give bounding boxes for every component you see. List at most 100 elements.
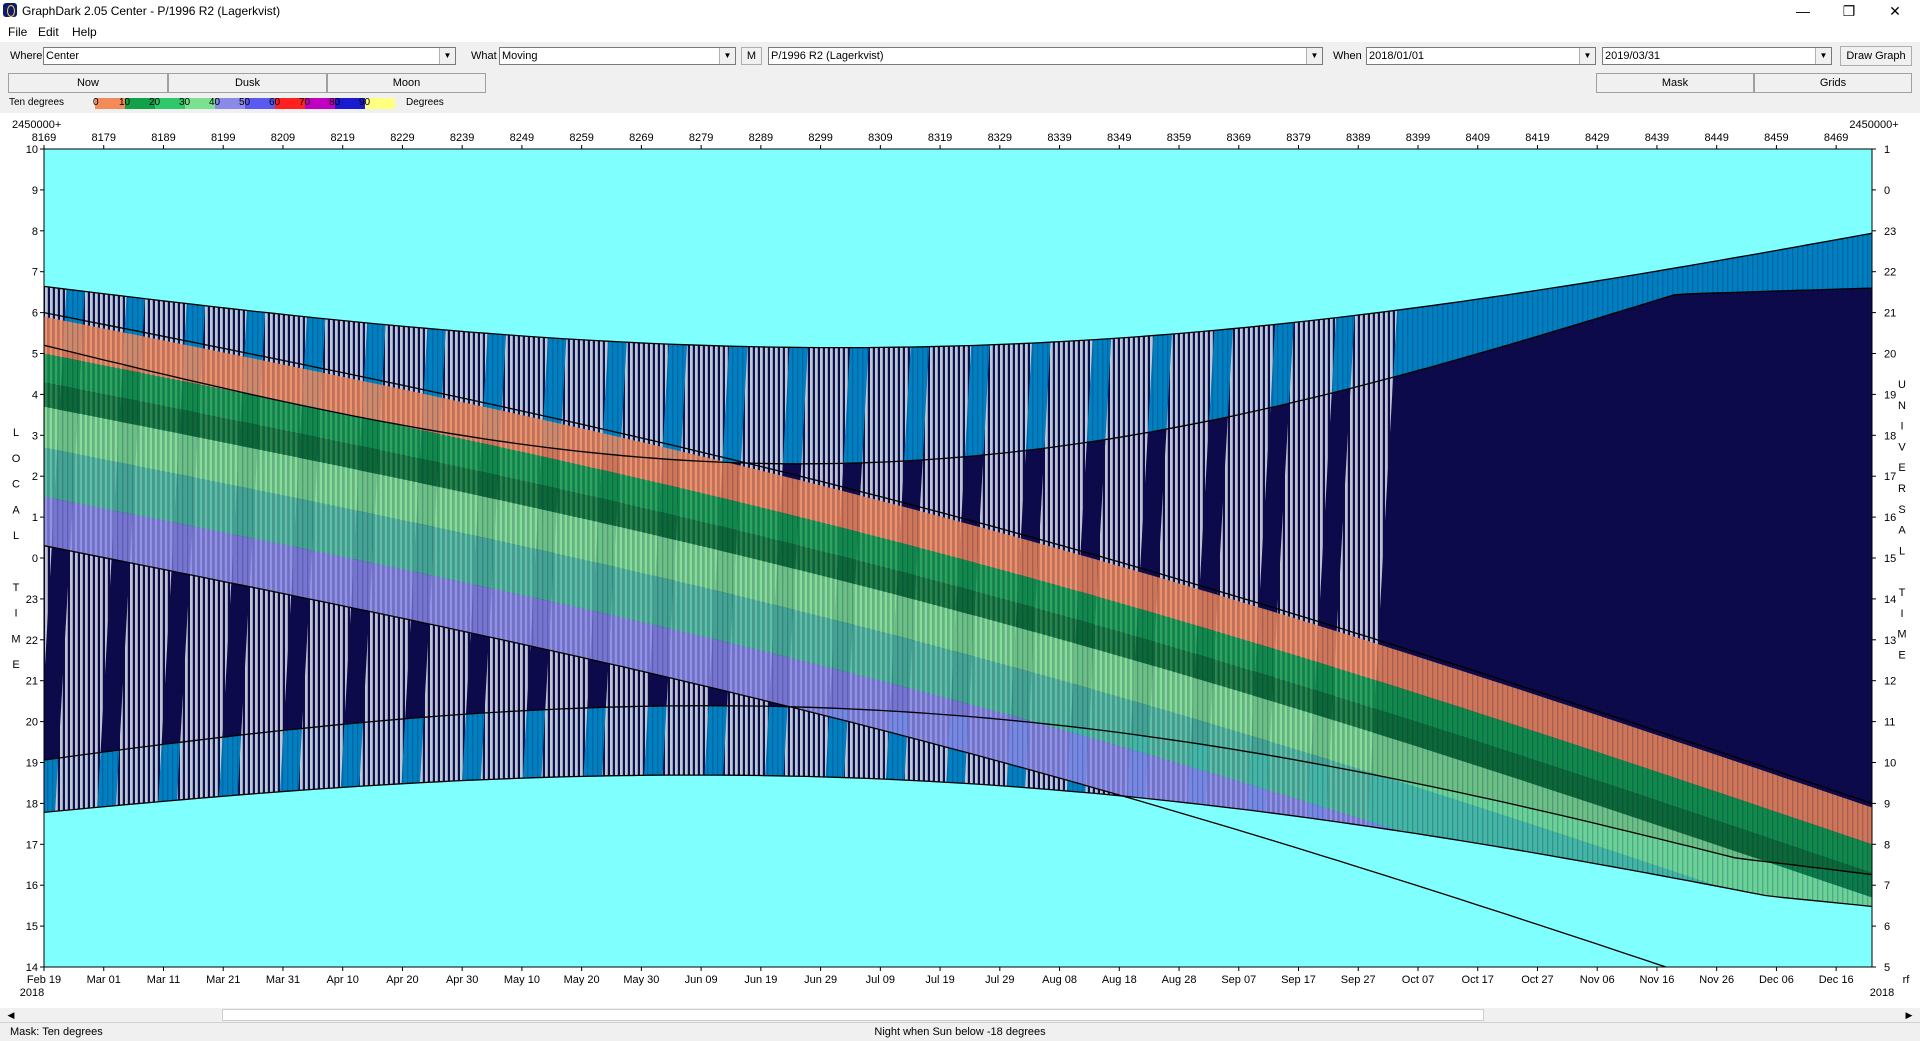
right-tick-label: 21 — [1884, 308, 1896, 320]
left-axis-title-letter: C — [12, 479, 20, 491]
m-button[interactable]: M — [741, 47, 762, 65]
right-axis-title-letter: E — [1898, 462, 1905, 474]
day-hatch — [1807, 233, 1809, 907]
day-hatch — [1802, 233, 1804, 907]
top-tick-label: 8259 — [569, 132, 593, 144]
top-tick-label: 8329 — [988, 132, 1012, 144]
day-hatch — [1812, 233, 1814, 907]
minimize-icon[interactable]: — — [1780, 0, 1826, 22]
right-tick-label: 17 — [1884, 471, 1896, 483]
where-select[interactable]: Center ▼ — [43, 47, 456, 65]
bottom-tick-label: Mar 31 — [266, 974, 300, 986]
top-tick-label: 8469 — [1824, 132, 1848, 144]
bottom-tick-label: Sep 27 — [1341, 974, 1376, 986]
top-tick-label: 8349 — [1107, 132, 1131, 144]
left-tick-label: 2 — [32, 471, 38, 483]
day-hatch — [1717, 233, 1719, 907]
day-hatch — [1677, 233, 1679, 907]
day-hatch — [1827, 233, 1829, 907]
chevron-down-icon[interactable]: ▼ — [1815, 48, 1831, 64]
horizontal-scrollbar[interactable]: ◀ ▶ — [4, 1008, 1916, 1022]
dusk-button[interactable]: Dusk — [168, 73, 327, 93]
day-hatch — [1662, 233, 1664, 907]
mask-button[interactable]: Mask — [1596, 73, 1754, 93]
left-tick-label: 23 — [26, 594, 38, 606]
day-hatch — [1817, 233, 1819, 907]
right-axis-title-letter: L — [1899, 545, 1905, 557]
day-hatch — [1752, 233, 1754, 907]
top-tick-label: 8459 — [1764, 132, 1788, 144]
left-axis-title-letter: L — [13, 427, 19, 439]
now-button[interactable]: Now — [8, 73, 168, 93]
day-hatch — [1867, 233, 1869, 907]
chevron-down-icon[interactable]: ▼ — [439, 48, 455, 64]
left-tick-label: 7 — [32, 267, 38, 279]
left-tick-label: 5 — [32, 349, 38, 361]
legend-number: 60 — [269, 97, 281, 108]
moon-button[interactable]: Moon — [327, 73, 486, 93]
day-hatch — [1692, 233, 1694, 907]
day-hatch — [1777, 233, 1779, 907]
day-hatch — [1862, 233, 1864, 907]
status-bar: Mask: Ten degrees Night when Sun below -… — [0, 1022, 1920, 1041]
menu-file[interactable]: File — [8, 25, 27, 39]
top-tick-label: 8219 — [330, 132, 354, 144]
chevron-down-icon[interactable]: ▼ — [1306, 48, 1322, 64]
draw-graph-button[interactable]: Draw Graph — [1840, 46, 1912, 66]
right-tick-label: 15 — [1884, 553, 1896, 565]
top-tick-label: 8199 — [211, 132, 235, 144]
when-label: When — [1333, 50, 1362, 62]
grids-button[interactable]: Grids — [1754, 73, 1912, 93]
chevron-down-icon[interactable]: ▼ — [1579, 48, 1595, 64]
bottom-tick-label: Jul 29 — [985, 974, 1014, 986]
left-tick-label: 18 — [26, 798, 38, 810]
bottom-tick-label: Aug 08 — [1042, 974, 1077, 986]
object-select[interactable]: P/1996 R2 (Lagerkvist) ▼ — [768, 47, 1323, 65]
corner-note: rf — [1903, 974, 1911, 986]
menu-help[interactable]: Help — [72, 25, 97, 39]
right-tick-label: 14 — [1884, 594, 1896, 606]
day-hatch — [1762, 233, 1764, 907]
right-tick-label: 19 — [1884, 389, 1896, 401]
scroll-thumb[interactable] — [222, 1009, 1484, 1021]
close-icon[interactable]: ✕ — [1872, 0, 1918, 22]
chevron-down-icon[interactable]: ▼ — [719, 48, 735, 64]
bottom-tick-label: Mar 11 — [147, 974, 180, 986]
start-date-select[interactable]: 2018/01/01 ▼ — [1366, 47, 1596, 65]
bottom-tick-label: Jun 09 — [685, 974, 718, 986]
top-tick-label: 8319 — [928, 132, 952, 144]
right-axis-title-letter: R — [1898, 483, 1906, 495]
where-label: Where — [10, 50, 43, 62]
where-value: Center — [46, 50, 80, 62]
left-tick-label: 17 — [26, 839, 38, 851]
end-date-select[interactable]: 2019/03/31 ▼ — [1602, 47, 1832, 65]
moonlit-band — [0, 113, 16, 1008]
left-tick-label: 16 — [26, 880, 38, 892]
right-tick-label: 22 — [1884, 267, 1896, 279]
left-tick-label: 20 — [26, 717, 38, 729]
day-hatch — [1787, 233, 1789, 907]
legend-number: 40 — [209, 97, 221, 108]
day-hatch — [1732, 233, 1734, 907]
bottom-tick-label: Jun 19 — [744, 974, 777, 986]
top-tick-label: 8299 — [808, 132, 832, 144]
day-hatch — [1672, 233, 1674, 907]
left-tick-label: 14 — [26, 962, 38, 974]
bottom-tick-label: Sep 07 — [1221, 974, 1256, 986]
menu-edit[interactable]: Edit — [38, 25, 59, 39]
right-axis-title-letter: I — [1900, 421, 1903, 433]
visibility-graph[interactable]: 8169 8179 8189 8199 8209 8219 8229 8239 8249 8259… — [0, 113, 1920, 1008]
legend-number: 90 — [359, 97, 371, 108]
right-tick-label: 16 — [1884, 512, 1896, 524]
top-tick-label: 8409 — [1465, 132, 1489, 144]
right-axis-title-letter: T — [1899, 587, 1906, 599]
left-tick-label: 3 — [32, 430, 38, 442]
restore-icon[interactable]: ❐ — [1826, 0, 1872, 22]
scroll-left-icon[interactable]: ◀ — [4, 1008, 18, 1022]
what-select[interactable]: Moving ▼ — [499, 47, 736, 65]
left-tick-label: 15 — [26, 921, 38, 933]
top-tick-label: 8419 — [1525, 132, 1549, 144]
scroll-right-icon[interactable]: ▶ — [1902, 1008, 1916, 1022]
toolbar: Where Center ▼ What Moving ▼ M P/1996 R2… — [0, 44, 1920, 68]
right-tick-label: 1 — [1884, 144, 1890, 156]
